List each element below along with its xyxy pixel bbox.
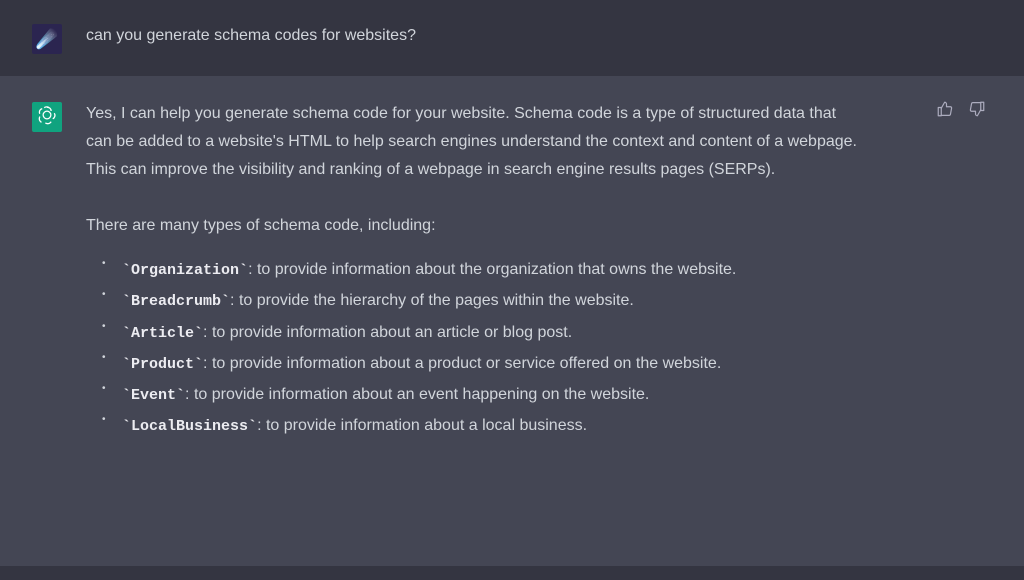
thumbs-down-icon[interactable] (968, 100, 986, 123)
list-item: `Article`: to provide information about … (98, 317, 866, 348)
schema-list: `Organization`: to provide information a… (86, 254, 866, 442)
list-item: `Event`: to provide information about an… (98, 379, 866, 410)
assistant-avatar (32, 102, 62, 132)
assistant-lead: There are many types of schema code, inc… (86, 212, 866, 240)
openai-logo-icon (36, 104, 58, 131)
user-text: can you generate schema codes for websit… (86, 22, 416, 54)
user-avatar: ☄️ (32, 24, 62, 54)
list-item: `Product`: to provide information about … (98, 348, 866, 379)
list-item: `Breadcrumb`: to provide the hierarchy o… (98, 285, 866, 316)
list-item: `LocalBusiness`: to provide information … (98, 410, 866, 441)
assistant-intro: Yes, I can help you generate schema code… (86, 100, 866, 184)
thumbs-up-icon[interactable] (936, 100, 954, 123)
comet-icon: ☄️ (36, 29, 58, 50)
list-item: `Organization`: to provide information a… (98, 254, 866, 285)
feedback-buttons (936, 100, 986, 123)
assistant-message: Yes, I can help you generate schema code… (0, 76, 1024, 566)
assistant-content: Yes, I can help you generate schema code… (86, 100, 866, 526)
user-message: ☄️ can you generate schema codes for web… (0, 0, 1024, 76)
